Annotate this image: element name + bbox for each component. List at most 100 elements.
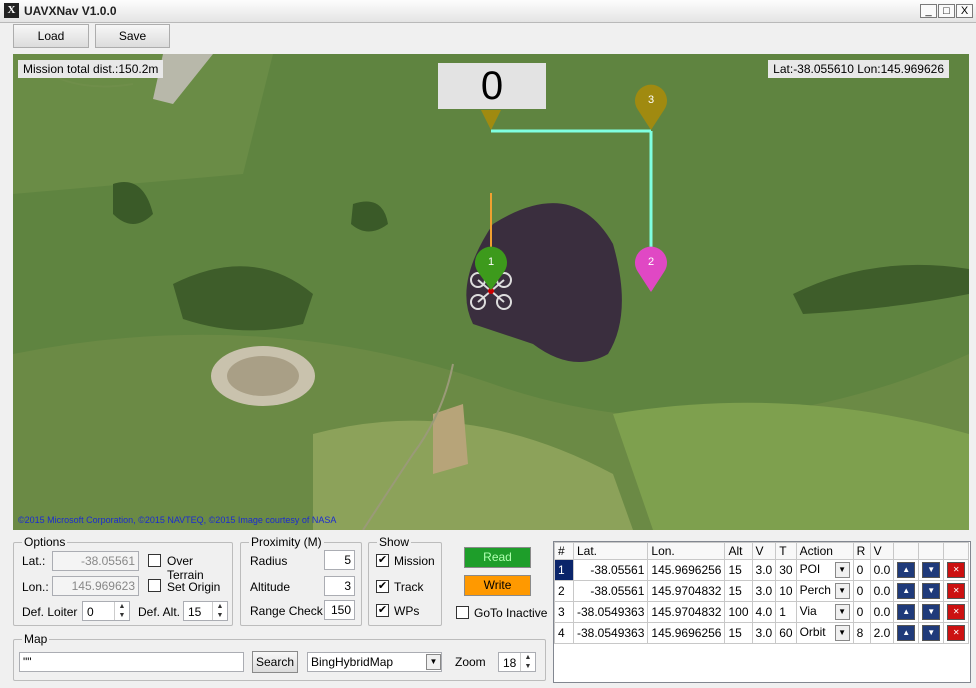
search-button[interactable]: Search <box>252 651 298 673</box>
wp-lat-cell[interactable]: -38.0549363 <box>572 601 649 623</box>
lon-field[interactable]: 145.969623 <box>52 576 139 596</box>
waypoint-row[interactable]: 4 -38.0549363 145.9696256 15 3.0 60 Orbit ▼ 8 2.0… <box>554 622 970 644</box>
delete-icon[interactable]: ✕ <box>947 604 966 620</box>
waypoint-grid[interactable]: # Lat. Lon. Alt V T Action R V 1 -38.0556… <box>553 541 971 683</box>
wp-action-cell[interactable]: Via ▼ <box>795 601 854 623</box>
wp-num-cell[interactable]: 2 <box>554 580 574 602</box>
wps-checkbox[interactable]: ✔ <box>376 604 389 617</box>
chevron-down-icon[interactable]: ▼ <box>834 625 850 641</box>
write-button[interactable]: Write <box>464 575 531 596</box>
waypoint-row[interactable]: 3 -38.0549363 145.9704832 100 4.0 1 Via ▼ 0 0.0 ▲ ▼… <box>554 601 970 623</box>
wp-num-cell[interactable]: 1 <box>554 559 574 581</box>
set-origin-checkbox[interactable] <box>148 579 161 592</box>
waypoint-row[interactable]: 1 -38.05561 145.9696256 15 3.0 30 POI ▼ 0 0.0 ▲ ▼ ✕ <box>554 559 970 581</box>
col-header-v[interactable]: V <box>751 542 777 560</box>
goto-inactive-checkbox[interactable] <box>456 606 469 619</box>
wp-alt-cell[interactable]: 100 <box>724 601 753 623</box>
col-header-lon[interactable]: Lon. <box>647 542 726 560</box>
wp-num-cell[interactable]: 4 <box>554 622 574 644</box>
wp-r-cell[interactable]: 0 <box>852 559 871 581</box>
over-terrain-checkbox[interactable] <box>148 554 161 567</box>
down-arrow-icon[interactable]: ▼ <box>922 625 941 641</box>
wp-lon-cell[interactable]: 145.9696256 <box>647 622 726 644</box>
map-view[interactable]: 1 2 3 Mission total dist.:150.2m Lat:-38… <box>13 54 969 530</box>
range-check-field[interactable]: 150 <box>324 600 355 620</box>
down-arrow-icon[interactable]: ▼ <box>922 604 941 620</box>
wp-lat-cell[interactable]: -38.0549363 <box>572 622 649 644</box>
waypoint-marker-2: 2 <box>634 246 667 292</box>
lat-field[interactable]: -38.05561 <box>52 551 139 571</box>
altitude-field[interactable]: 3 <box>324 576 355 596</box>
maximize-button[interactable]: □ <box>938 4 955 18</box>
wp-v-cell[interactable]: 3.0 <box>751 622 777 644</box>
stepper-arrows-icon[interactable]: ▲ ▼ <box>212 602 227 620</box>
up-arrow-icon[interactable]: ▲ <box>897 625 916 641</box>
col-header-r[interactable]: R <box>852 542 871 560</box>
wp-t-cell[interactable]: 60 <box>775 622 797 644</box>
zoom-stepper[interactable]: 18 ▲ ▼ <box>498 652 536 672</box>
minimize-button[interactable]: _ <box>920 4 937 18</box>
wp-alt-cell[interactable]: 15 <box>724 559 753 581</box>
wp-lat-cell[interactable]: -38.05561 <box>572 580 649 602</box>
wp-alt-cell[interactable]: 15 <box>724 580 753 602</box>
waypoint-row[interactable]: 2 -38.05561 145.9704832 15 3.0 10 Perch ▼ 0 0.0 ▲ ▼… <box>554 580 970 602</box>
col-header-v2[interactable]: V <box>869 542 895 560</box>
down-arrow-icon[interactable]: ▼ <box>922 562 941 578</box>
search-input[interactable]: "" <box>19 652 244 672</box>
wp-v2-cell[interactable]: 0.0 <box>869 559 895 581</box>
wp-action-cell[interactable]: Perch ▼ <box>795 580 854 602</box>
wp-t-cell[interactable]: 10 <box>775 580 797 602</box>
def-loiter-stepper[interactable]: 0 ▲ ▼ <box>82 601 130 621</box>
wp-alt-cell[interactable]: 15 <box>724 622 753 644</box>
wp-r-cell[interactable]: 0 <box>852 601 871 623</box>
wp-r-cell[interactable]: 0 <box>852 580 871 602</box>
up-arrow-icon[interactable]: ▲ <box>897 604 916 620</box>
read-button[interactable]: Read <box>464 547 531 568</box>
chevron-down-icon[interactable]: ▼ <box>834 583 850 599</box>
wp-v-cell[interactable]: 3.0 <box>751 559 777 581</box>
chevron-down-icon[interactable]: ▼ <box>426 654 441 670</box>
wp-action-cell[interactable]: Orbit ▼ <box>795 622 854 644</box>
down-arrow-icon[interactable]: ▼ <box>922 583 941 599</box>
wp-v-cell[interactable]: 4.0 <box>751 601 777 623</box>
chevron-down-icon[interactable]: ▼ <box>834 604 850 620</box>
wp-up-cell: ▲ <box>893 622 920 644</box>
up-arrow-icon[interactable]: ▲ <box>897 562 916 578</box>
def-alt-stepper[interactable]: 15 ▲ ▼ <box>183 601 228 621</box>
col-header-alt[interactable]: Alt <box>724 542 753 560</box>
map-type-select[interactable]: BingHybridMap ▼ <box>307 652 442 672</box>
wp-lon-cell[interactable]: 145.9704832 <box>647 580 726 602</box>
wp-v2-cell[interactable]: 2.0 <box>869 622 895 644</box>
mission-label: Mission <box>394 554 435 568</box>
stepper-arrows-icon[interactable]: ▲ ▼ <box>520 653 535 671</box>
mission-checkbox[interactable]: ✔ <box>376 554 389 567</box>
def-alt-label: Def. Alt. <box>138 605 181 619</box>
track-checkbox[interactable]: ✔ <box>376 580 389 593</box>
chevron-down-icon[interactable]: ▼ <box>834 562 850 578</box>
delete-icon[interactable]: ✕ <box>947 562 966 578</box>
save-button[interactable]: Save <box>95 24 170 48</box>
stepper-arrows-icon[interactable]: ▲ ▼ <box>114 602 129 620</box>
wp-t-cell[interactable]: 1 <box>775 601 797 623</box>
wp-action-cell[interactable]: POI ▼ <box>795 559 854 581</box>
wp-v-cell[interactable]: 3.0 <box>751 580 777 602</box>
up-arrow-icon[interactable]: ▲ <box>897 583 916 599</box>
wp-t-cell[interactable]: 30 <box>775 559 797 581</box>
col-header-action[interactable]: Action <box>795 542 854 560</box>
wp-lon-cell[interactable]: 145.9696256 <box>647 559 726 581</box>
wp-num-cell[interactable]: 3 <box>554 601 574 623</box>
wp-r-cell[interactable]: 8 <box>852 622 871 644</box>
wp-lat-cell[interactable]: -38.05561 <box>572 559 649 581</box>
col-header-lat[interactable]: Lat. <box>572 542 649 560</box>
delete-icon[interactable]: ✕ <box>947 583 966 599</box>
wp-lon-cell[interactable]: 145.9704832 <box>647 601 726 623</box>
delete-icon[interactable]: ✕ <box>947 625 966 641</box>
wp-v2-cell[interactable]: 0.0 <box>869 580 895 602</box>
load-button[interactable]: Load <box>13 24 89 48</box>
col-header-num[interactable]: # <box>554 542 574 560</box>
wp-v2-cell[interactable]: 0.0 <box>869 601 895 623</box>
close-button[interactable]: X <box>956 4 973 18</box>
radius-field[interactable]: 5 <box>324 550 355 570</box>
col-header-t[interactable]: T <box>775 542 797 560</box>
wp-down-cell: ▼ <box>918 622 945 644</box>
